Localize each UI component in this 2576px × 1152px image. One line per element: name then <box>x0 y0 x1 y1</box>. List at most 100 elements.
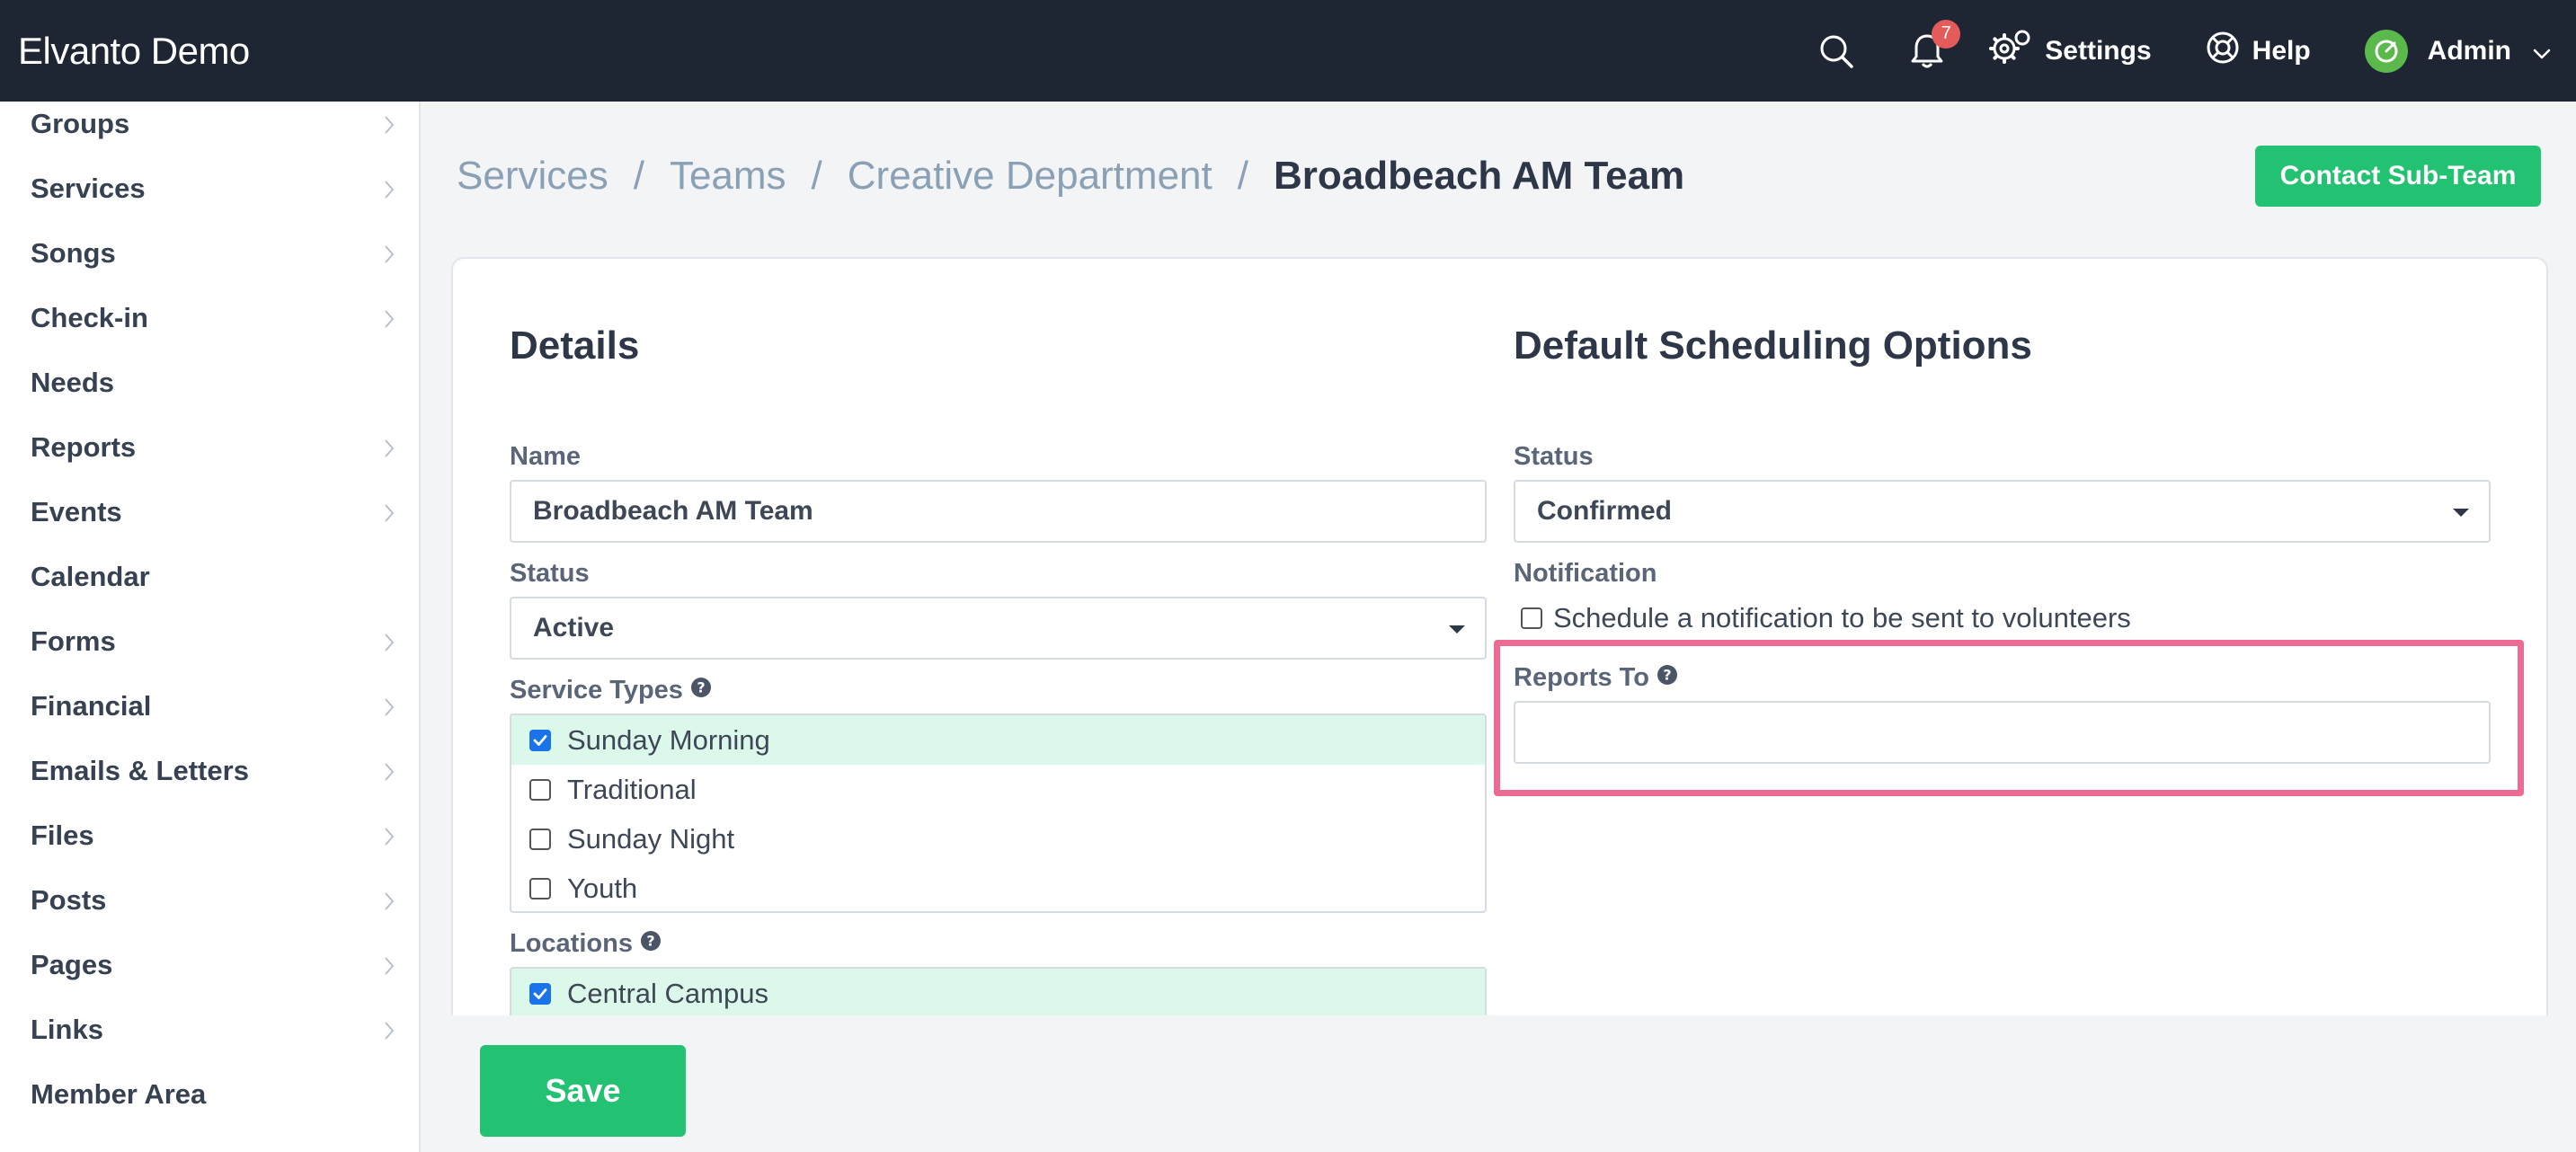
caret-down-icon <box>2453 509 2469 517</box>
status-label-text: Status <box>510 559 590 588</box>
locations-label: Locations? <box>510 929 662 959</box>
service-type-label: Traditional <box>567 773 697 805</box>
settings-label: Settings <box>2045 35 2152 66</box>
service-types-label: Service Types? <box>510 676 712 705</box>
top-actions: 7 Settings Help Admin <box>1818 0 2551 102</box>
form-action-bar <box>422 1015 2549 1152</box>
name-label-text: Name <box>510 442 581 471</box>
app-title[interactable]: Elvanto Demo <box>18 0 250 102</box>
name-input[interactable]: Broadbeach AM Team <box>510 480 1487 543</box>
checkbox[interactable] <box>529 778 551 801</box>
chevron-right-icon <box>383 306 395 338</box>
status-select[interactable]: Active <box>510 597 1487 660</box>
sidebar-item-label: Needs <box>31 367 115 398</box>
top-navbar: Elvanto Demo 7 Settings Help Admin <box>0 0 2576 102</box>
chevron-right-icon <box>383 694 395 726</box>
name-input-value: Broadbeach AM Team <box>533 496 813 526</box>
sidebar-item-reports[interactable]: Reports <box>0 415 419 480</box>
settings-link[interactable]: Settings <box>1989 29 2152 74</box>
sidebar-item-services[interactable]: Services <box>0 156 419 221</box>
breadcrumb-separator: / <box>811 154 822 198</box>
breadcrumb-creative-department[interactable]: Creative Department <box>848 154 1212 199</box>
contact-sub-team-button[interactable]: Contact Sub-Team <box>2255 146 2541 207</box>
service-type-sunday-morning[interactable]: Sunday Morning <box>511 715 1485 765</box>
sidebar-item-songs[interactable]: Songs <box>0 221 419 286</box>
notifications-bell-icon[interactable]: 7 <box>1910 19 1961 70</box>
help-label: Help <box>2252 35 2311 66</box>
notification-label-text: Notification <box>1514 559 1657 588</box>
service-type-label: Sunday Night <box>567 822 735 855</box>
checkbox[interactable] <box>529 877 551 899</box>
service-types-label-text: Service Types <box>510 676 683 704</box>
scheduling-status-select[interactable]: Confirmed <box>1514 480 2491 543</box>
page-title: Broadbeach AM Team <box>1273 154 1685 198</box>
sidebar-item-check-in[interactable]: Check-in <box>0 286 419 350</box>
help-circle-icon[interactable]: ? <box>690 676 712 705</box>
caret-down-icon <box>1449 625 1465 634</box>
chevron-right-icon <box>383 953 395 985</box>
notification-count-badge: 7 <box>1932 19 1961 49</box>
service-type-sunday-night[interactable]: Sunday Night <box>511 814 1485 864</box>
chevron-right-icon <box>383 500 395 532</box>
breadcrumb-services[interactable]: Services <box>457 154 608 199</box>
sidebar-item-label: Reports <box>31 431 137 463</box>
sidebar-item-links[interactable]: Links <box>0 997 419 1062</box>
scheduling-status-label: Status <box>1514 442 1594 472</box>
avatar <box>2364 29 2408 73</box>
name-label: Name <box>510 442 581 472</box>
scheduling-heading: Default Scheduling Options <box>1514 323 2032 368</box>
breadcrumb-separator: / <box>1237 154 1248 198</box>
help-link[interactable]: Help <box>2206 31 2311 72</box>
search-icon[interactable] <box>1818 33 1854 69</box>
user-menu[interactable]: Admin <box>2364 29 2551 73</box>
scheduling-status-label-text: Status <box>1514 442 1594 471</box>
help-circle-icon[interactable]: ? <box>640 929 662 959</box>
gears-icon <box>1989 29 2032 74</box>
sidebar-item-needs[interactable]: Needs <box>0 350 419 415</box>
svg-text:?: ? <box>646 933 654 950</box>
checkbox[interactable] <box>529 828 551 850</box>
notification-option[interactable]: Schedule a notification to be sent to vo… <box>1521 602 2131 634</box>
service-types-list: Sunday Morning Traditional Sunday Night … <box>510 713 1487 913</box>
sidebar-item-label: Emails & Letters <box>31 755 249 786</box>
breadcrumb-teams[interactable]: Teams <box>670 154 786 199</box>
user-name: Admin <box>2427 35 2511 66</box>
sidebar-item-emails-letters[interactable]: Emails & Letters <box>0 739 419 803</box>
checkbox-checked[interactable] <box>529 982 551 1005</box>
notification-option-label: Schedule a notification to be sent to vo… <box>1553 602 2131 634</box>
sidebar: Groups Services Songs Check-in Needs Rep… <box>0 102 421 1152</box>
sidebar-item-financial[interactable]: Financial <box>0 674 419 739</box>
chevron-right-icon <box>383 241 395 273</box>
service-type-label: Youth <box>567 872 638 904</box>
sidebar-item-label: Links <box>31 1014 103 1045</box>
sidebar-item-calendar[interactable]: Calendar <box>0 545 419 609</box>
chevron-down-icon <box>2533 36 2551 66</box>
chevron-right-icon <box>383 823 395 855</box>
sidebar-item-pages[interactable]: Pages <box>0 933 419 997</box>
sidebar-item-label: Events <box>31 496 122 527</box>
sidebar-item-label: Posts <box>31 884 107 916</box>
sidebar-item-posts[interactable]: Posts <box>0 868 419 933</box>
breadcrumb-separator: / <box>633 154 644 198</box>
chevron-right-icon <box>383 435 395 467</box>
service-type-youth[interactable]: Youth <box>511 864 1485 911</box>
chevron-right-icon <box>383 111 395 144</box>
scheduling-status-value: Confirmed <box>1537 496 1672 526</box>
chevron-right-icon <box>383 176 395 208</box>
sidebar-item-label: Financial <box>31 690 152 722</box>
sidebar-item-groups[interactable]: Groups <box>0 102 419 156</box>
location-central-campus[interactable]: Central Campus <box>511 969 1485 1018</box>
sidebar-item-label: Member Area <box>31 1078 207 1110</box>
chevron-right-icon <box>383 758 395 791</box>
sidebar-item-label: Files <box>31 820 94 851</box>
checkbox[interactable] <box>1521 607 1542 629</box>
status-label: Status <box>510 559 590 589</box>
sidebar-item-events[interactable]: Events <box>0 480 419 545</box>
sidebar-item-files[interactable]: Files <box>0 803 419 868</box>
sidebar-item-forms[interactable]: Forms <box>0 609 419 674</box>
save-button[interactable]: Save <box>480 1045 686 1137</box>
checkbox-checked[interactable] <box>529 729 551 751</box>
sidebar-item-member-area[interactable]: Member Area <box>0 1062 419 1127</box>
svg-text:?: ? <box>697 679 705 696</box>
service-type-traditional[interactable]: Traditional <box>511 765 1485 814</box>
